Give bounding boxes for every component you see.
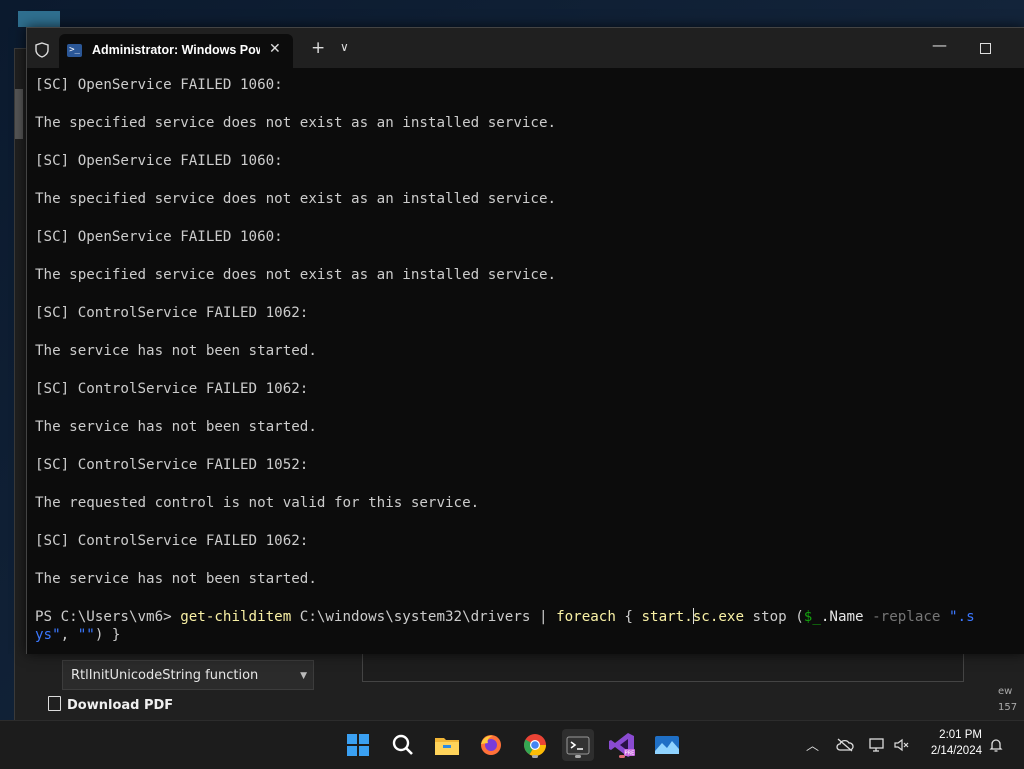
console-line: The requested control is not valid for t… bbox=[35, 495, 480, 511]
brace-open: { bbox=[615, 609, 642, 625]
clock[interactable]: 2:01 PM 2/14/2024 bbox=[918, 727, 982, 759]
minimize-icon[interactable]: — bbox=[932, 36, 947, 54]
cmdlet-get-childitem: get-childitem bbox=[180, 609, 292, 625]
command-prompt[interactable]: PS C:\Users\vm6> get-childitem C:\window… bbox=[35, 608, 975, 626]
background-content-box bbox=[362, 650, 964, 682]
replace-operator: -replace bbox=[872, 609, 950, 625]
volume-muted-icon[interactable] bbox=[893, 738, 911, 752]
chevron-down-icon[interactable]: ∨ bbox=[340, 40, 349, 54]
terminal-tab[interactable]: >_ Administrator: Windows Powe ✕ bbox=[59, 34, 293, 68]
console-line: [SC] OpenService FAILED 1060: bbox=[35, 153, 283, 169]
background-right-snippets: ew 157 bbox=[998, 684, 1017, 716]
console-line: [SC] ControlService FAILED 1062: bbox=[35, 533, 309, 549]
comma: , bbox=[60, 627, 78, 643]
new-tab-icon[interactable]: + bbox=[311, 38, 325, 58]
pipeline-variable: $_ bbox=[803, 609, 821, 625]
background-dropdown-label: RtlInitUnicodeString function bbox=[71, 668, 259, 683]
string-literal: ys" bbox=[35, 627, 61, 643]
console-line: The specified service does not exist as … bbox=[35, 267, 557, 283]
background-app-strip bbox=[18, 11, 60, 27]
terminal-window[interactable]: >_ Administrator: Windows Powe ✕ + ∨ — [… bbox=[26, 27, 1024, 654]
console-line: [SC] OpenService FAILED 1060: bbox=[35, 229, 283, 245]
console-line: The specified service does not exist as … bbox=[35, 115, 557, 131]
background-dropdown-row[interactable]: RtlInitUnicodeString function ▼ bbox=[62, 660, 314, 690]
chevron-down-icon[interactable]: ▼ bbox=[300, 661, 307, 691]
command-start: start. bbox=[641, 609, 693, 625]
running-indicator bbox=[619, 755, 625, 758]
close-tab-icon[interactable]: ✕ bbox=[269, 41, 281, 57]
powershell-icon: >_ bbox=[67, 44, 82, 57]
right-snippet: 157 bbox=[998, 702, 1018, 713]
console-line: The service has not been started. bbox=[35, 419, 317, 435]
download-pdf-label: Download PDF bbox=[67, 698, 174, 713]
command-prompt-continuation[interactable]: ys", "") } bbox=[35, 626, 120, 644]
document-icon bbox=[48, 696, 61, 711]
network-icon[interactable] bbox=[868, 737, 886, 753]
download-pdf-link[interactable]: Download PDF bbox=[48, 696, 173, 713]
taskbar: PRE ︿ 2:01 PM 2/14/2024 bbox=[0, 720, 1024, 769]
command-path-arg: C:\windows\system32\drivers bbox=[291, 609, 539, 625]
command-sc-exe: sc.exe bbox=[692, 609, 744, 625]
visual-studio-preview-icon[interactable]: PRE bbox=[606, 729, 638, 761]
svg-text:PRE: PRE bbox=[625, 751, 635, 757]
firefox-icon[interactable] bbox=[475, 729, 507, 761]
terminal-icon[interactable] bbox=[562, 729, 594, 761]
clock-date: 2/14/2024 bbox=[930, 745, 982, 757]
tab-title: Administrator: Windows Powe bbox=[92, 43, 260, 57]
console-line: The specified service does not exist as … bbox=[35, 191, 557, 207]
console-line: [SC] ControlService FAILED 1062: bbox=[35, 305, 309, 321]
shield-icon bbox=[35, 42, 49, 58]
cloud-offline-icon[interactable] bbox=[836, 738, 854, 752]
stop-arg: stop ( bbox=[744, 609, 804, 625]
string-literal-empty: "" bbox=[77, 627, 95, 643]
console-output[interactable]: [SC] OpenService FAILED 1060: The specif… bbox=[35, 74, 1024, 654]
chrome-icon[interactable] bbox=[519, 729, 551, 761]
cmdlet-foreach: foreach bbox=[556, 609, 616, 625]
right-snippet: ew bbox=[998, 686, 1013, 697]
prompt-path: PS C:\Users\vm6> bbox=[35, 609, 181, 625]
close-parens: ) } bbox=[94, 627, 121, 643]
background-scrollbar[interactable] bbox=[15, 89, 23, 139]
running-indicator bbox=[532, 755, 538, 758]
console-line: [SC] ControlService FAILED 1062: bbox=[35, 381, 309, 397]
clock-time: 2:01 PM bbox=[939, 729, 982, 741]
running-indicator bbox=[575, 755, 581, 758]
notification-bell-icon[interactable] bbox=[988, 737, 1004, 753]
terminal-titlebar[interactable]: >_ Administrator: Windows Powe ✕ + ∨ — bbox=[27, 28, 1024, 68]
chevron-up-icon[interactable]: ︿ bbox=[806, 735, 819, 754]
windows-start-icon[interactable] bbox=[342, 729, 374, 761]
photos-icon[interactable] bbox=[651, 729, 683, 761]
console-line: [SC] OpenService FAILED 1060: bbox=[35, 77, 283, 93]
name-property: .Name bbox=[820, 609, 873, 625]
pipe-operator: | bbox=[538, 609, 557, 625]
file-explorer-icon[interactable] bbox=[431, 729, 463, 761]
console-line: The service has not been started. bbox=[35, 571, 317, 587]
search-icon[interactable] bbox=[387, 729, 419, 761]
string-literal: ".s bbox=[949, 609, 975, 625]
maximize-icon[interactable] bbox=[980, 43, 991, 54]
console-line: [SC] ControlService FAILED 1052: bbox=[35, 457, 309, 473]
console-line: The service has not been started. bbox=[35, 343, 317, 359]
